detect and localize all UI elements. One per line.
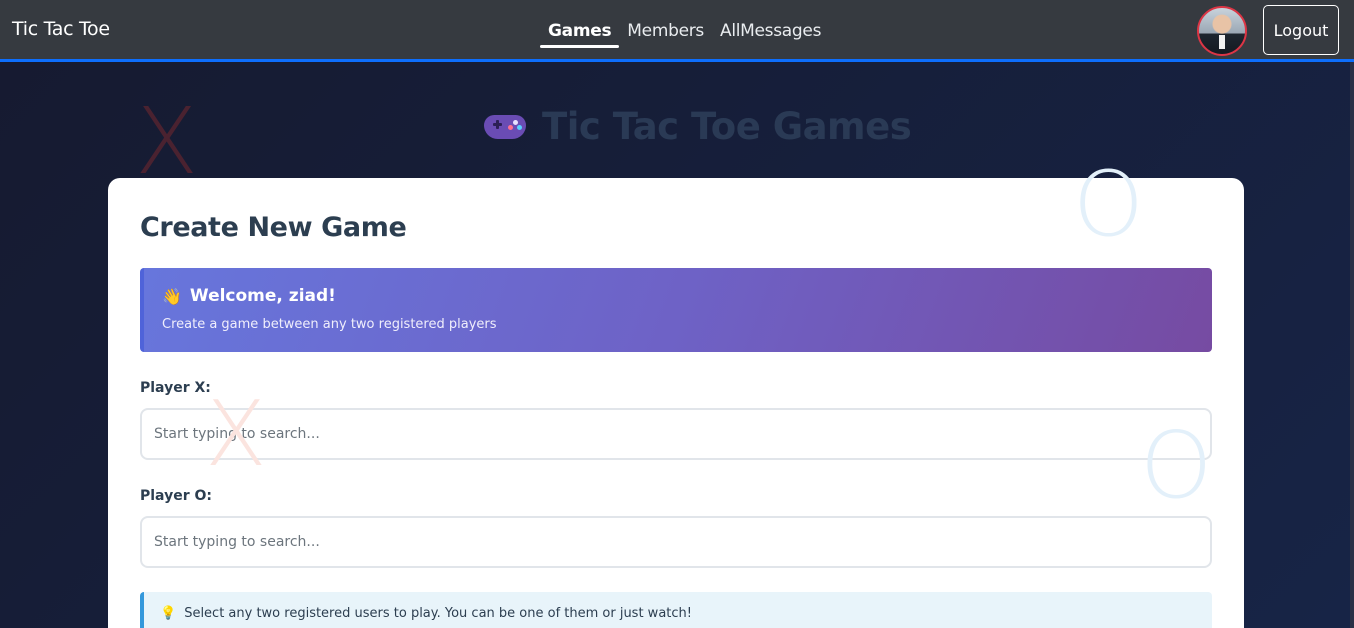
- nav-link-members[interactable]: Members: [619, 0, 712, 62]
- tip-content: 💡 Select any two registered users to pla…: [160, 606, 692, 621]
- page-title-text: Tic Tac Toe Games: [542, 104, 912, 148]
- welcome-subtitle: Create a game between any two registered…: [162, 317, 497, 332]
- logout-button[interactable]: Logout: [1263, 5, 1339, 55]
- welcome-title-text: Welcome, ziad!: [189, 286, 336, 306]
- player-x-label: Player X:: [140, 380, 211, 396]
- wave-icon: 👋: [162, 286, 182, 306]
- create-game-card: Create New Game 👋 Welcome, ziad! Create …: [108, 178, 1244, 628]
- tip-box: 💡 Select any two registered users to pla…: [140, 592, 1212, 628]
- player-x-search-input[interactable]: [140, 408, 1212, 460]
- tip-text: Select any two registered users to play.…: [184, 606, 692, 621]
- page-title: Tic Tac Toe Games: [484, 102, 912, 150]
- lightbulb-icon: 💡: [160, 606, 177, 621]
- scrollbar[interactable]: [1350, 62, 1354, 628]
- nav-link-allmessages[interactable]: AllMessages: [712, 0, 829, 62]
- welcome-banner: 👋 Welcome, ziad! Create a game between a…: [140, 268, 1212, 352]
- top-navbar: Tic Tac Toe Games Members AllMessages Lo…: [0, 0, 1354, 62]
- brand-link[interactable]: Tic Tac Toe: [12, 18, 110, 40]
- user-avatar[interactable]: [1197, 6, 1247, 56]
- welcome-title: 👋 Welcome, ziad!: [162, 286, 336, 306]
- card-title: Create New Game: [140, 212, 407, 243]
- nav-link-games[interactable]: Games: [540, 0, 620, 62]
- player-o-label: Player O:: [140, 488, 212, 504]
- gamepad-icon: [484, 111, 526, 141]
- player-o-search-input[interactable]: [140, 516, 1212, 568]
- nav-links: Games Members AllMessages: [540, 0, 829, 62]
